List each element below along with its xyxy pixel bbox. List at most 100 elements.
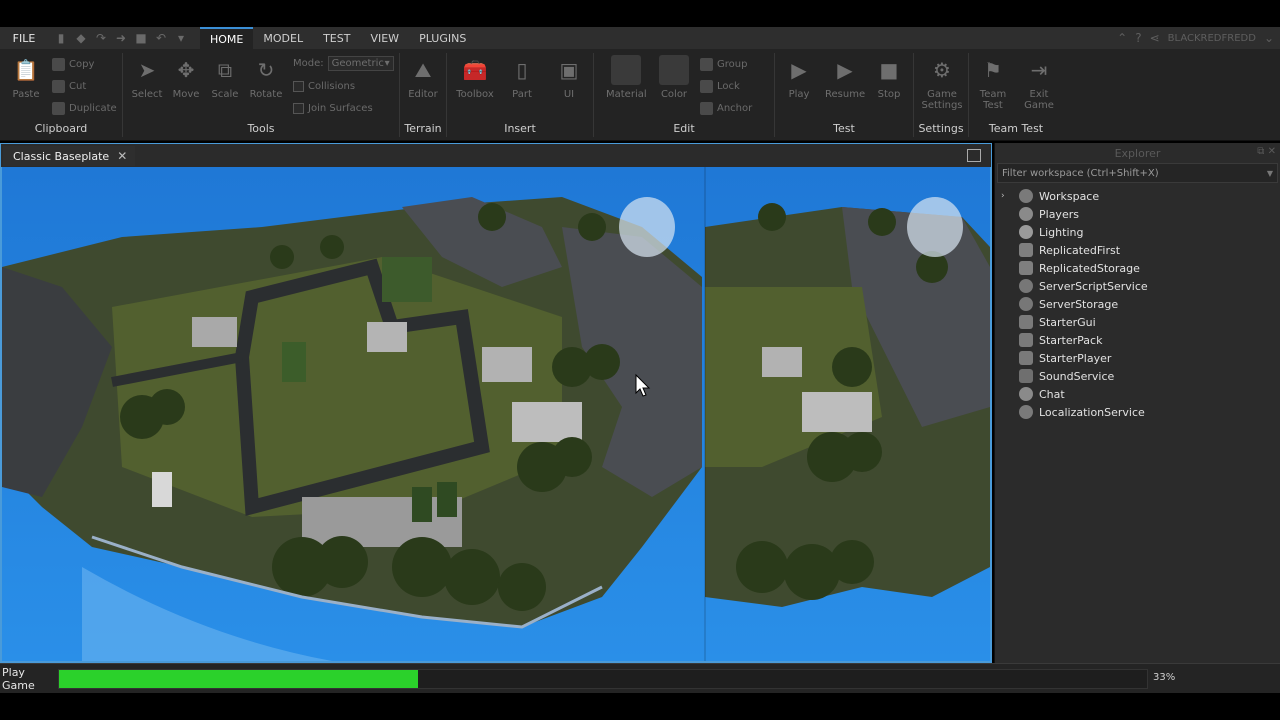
game-settings-label-line1: Game — [927, 89, 957, 100]
menu-bar: FILE ▮ ◆ ↷ ➜ ■ ↶ ▾ HOME MODEL TEST VIEW … — [0, 27, 1280, 49]
explorer-filter-input[interactable]: Filter workspace (Ctrl+Shift+X) ▼ — [997, 163, 1278, 183]
clipboard-group-label: Clipboard — [34, 122, 88, 135]
progress-percent: 33% — [1153, 672, 1176, 683]
viewport-tab[interactable]: Classic Baseplate ✕ — [3, 146, 136, 166]
select-button[interactable]: ➤ Select — [127, 55, 167, 100]
account-dropdown-icon[interactable]: ⌄ — [1264, 31, 1274, 45]
scale-button[interactable]: ⧉ Scale — [205, 55, 245, 100]
tree-item-starterpack[interactable]: StarterPack — [995, 331, 1280, 349]
part-button[interactable]: ▯ Part — [502, 55, 542, 100]
paste-button[interactable]: 📋 Paste — [6, 55, 46, 100]
collapse-ribbon-icon[interactable]: ⌃ — [1117, 31, 1127, 45]
3d-viewport[interactable] — [0, 167, 992, 663]
collisions-checkbox[interactable] — [293, 80, 304, 92]
tree-item-label: ServerStorage — [1039, 297, 1119, 311]
tree-item-replicatedstorage[interactable]: ReplicatedStorage — [995, 259, 1280, 277]
terrain-editor-button[interactable]: ⛰ Editor — [403, 55, 443, 100]
rotate-icon: ↻ — [257, 58, 275, 82]
tree-item-players[interactable]: Players — [995, 205, 1280, 223]
server-script-icon — [1019, 279, 1033, 293]
tree-item-replicatedfirst[interactable]: ReplicatedFirst — [995, 241, 1280, 259]
copy-button[interactable]: Copy — [52, 56, 94, 72]
resume-button[interactable]: ▶ Resume — [825, 55, 865, 100]
tab-home[interactable]: HOME — [200, 27, 254, 49]
tree-item-soundservice[interactable]: SoundService — [995, 367, 1280, 385]
toolbox-button[interactable]: 🧰 Toolbox — [455, 55, 495, 100]
tree-item-label: Workspace — [1039, 189, 1100, 203]
ui-button[interactable]: ▣ UI — [549, 55, 589, 100]
new-file-icon[interactable]: ▮ — [54, 31, 68, 45]
test-group: ▶ Play ▶ Resume ■ Stop Test — [775, 49, 913, 141]
tree-item-label: StarterPlayer — [1039, 351, 1112, 365]
move-label: Move — [172, 89, 200, 100]
join-surfaces-toggle[interactable]: Join Surfaces — [293, 100, 373, 116]
vehicle — [412, 487, 432, 522]
scale-icon: ⧉ — [217, 58, 233, 82]
tree-item-serverscriptservice[interactable]: ServerScriptService — [995, 277, 1280, 295]
tree-item-lighting[interactable]: Lighting — [995, 223, 1280, 241]
material-icon — [611, 55, 641, 85]
cut-button[interactable]: Cut — [52, 78, 86, 94]
help-icon[interactable]: ? — [1135, 31, 1141, 45]
customize-dropdown-icon[interactable]: ▾ — [174, 31, 188, 45]
file-menu[interactable]: FILE — [0, 27, 48, 49]
maximize-viewport-icon[interactable] — [967, 149, 981, 162]
tools-group-label: Tools — [247, 122, 275, 135]
game-settings-label-line2: Settings — [921, 100, 963, 111]
tree-item-workspace[interactable]: › Workspace — [995, 187, 1280, 205]
anchor-button[interactable]: Anchor — [700, 100, 752, 116]
username[interactable]: BLACKREDFREDD — [1168, 33, 1256, 44]
chevron-down-icon[interactable]: ▼ — [1267, 169, 1273, 178]
team-test-label-line2: Test — [983, 100, 1003, 111]
lock-button[interactable]: Lock — [700, 78, 740, 94]
collisions-toggle[interactable]: Collisions — [293, 78, 355, 94]
tab-view[interactable]: VIEW — [360, 27, 409, 49]
edit-group: Material Color Group Lock Anchor Edit — [594, 49, 774, 141]
team-test-group: ⚑ Team Test ⇥ Exit Game Team Test — [969, 49, 1063, 141]
tree-item-serverstorage[interactable]: ServerStorage — [995, 295, 1280, 313]
explorer-window-controls[interactable]: ⧉ ✕ — [1257, 146, 1276, 157]
publish-icon[interactable]: ➜ — [114, 31, 128, 45]
join-surfaces-checkbox[interactable] — [293, 102, 304, 114]
duplicate-icon — [52, 101, 65, 115]
rotate-label: Rotate — [249, 89, 283, 100]
gear-icon: ⚙ — [933, 58, 951, 82]
tree-item-chat[interactable]: Chat — [995, 385, 1280, 403]
open-file-icon[interactable]: ◆ — [74, 31, 88, 45]
save-icon[interactable]: ■ — [134, 31, 148, 45]
quick-access-toolbar: ▮ ◆ ↷ ➜ ■ ↶ ▾ — [48, 27, 194, 49]
close-tab-icon[interactable]: ✕ — [117, 149, 127, 163]
terrain-editor-label: Editor — [408, 89, 438, 100]
mode-dropdown[interactable]: Geometric ▾ — [327, 55, 394, 71]
move-button[interactable]: ✥ Move — [166, 55, 206, 100]
tab-plugins[interactable]: PLUGINS — [409, 27, 476, 49]
insert-group: 🧰 Toolbox ▯ Part ▣ UI Insert — [447, 49, 593, 141]
tab-model[interactable]: MODEL — [253, 27, 313, 49]
anchor-icon — [700, 101, 713, 115]
rotate-button[interactable]: ↻ Rotate — [246, 55, 286, 100]
team-test-button[interactable]: ⚑ Team Test — [973, 55, 1013, 111]
exit-game-button[interactable]: ⇥ Exit Game — [1019, 55, 1059, 111]
undo-icon[interactable]: ↶ — [154, 31, 168, 45]
tree-item-startergui[interactable]: StarterGui — [995, 313, 1280, 331]
tree-item-label: SoundService — [1039, 369, 1115, 383]
redo-icon[interactable]: ↷ — [94, 31, 108, 45]
duplicate-button[interactable]: Duplicate — [52, 100, 117, 116]
group-button[interactable]: Group — [700, 56, 747, 72]
tree-item-localizationservice[interactable]: LocalizationService — [995, 403, 1280, 421]
vehicle — [437, 482, 457, 517]
material-button[interactable]: Material — [606, 55, 647, 100]
replicated-icon — [1019, 261, 1033, 275]
tab-test[interactable]: TEST — [313, 27, 360, 49]
game-settings-button[interactable]: ⚙ Game Settings — [920, 55, 964, 111]
stop-button[interactable]: ■ Stop — [869, 55, 909, 100]
team-test-label-line1: Team — [979, 89, 1007, 100]
viewport-tab-title: Classic Baseplate — [13, 149, 110, 163]
play-button[interactable]: ▶ Play — [779, 55, 819, 100]
tree-item-starterplayer[interactable]: StarterPlayer — [995, 349, 1280, 367]
color-button[interactable]: Color — [654, 55, 694, 100]
chevron-right-icon[interactable]: › — [1001, 191, 1013, 201]
share-icon[interactable]: ⋖ — [1150, 31, 1160, 45]
ribbon-tabs: HOME MODEL TEST VIEW PLUGINS — [200, 27, 476, 49]
viewport-tab-bar: Classic Baseplate ✕ — [0, 143, 992, 167]
